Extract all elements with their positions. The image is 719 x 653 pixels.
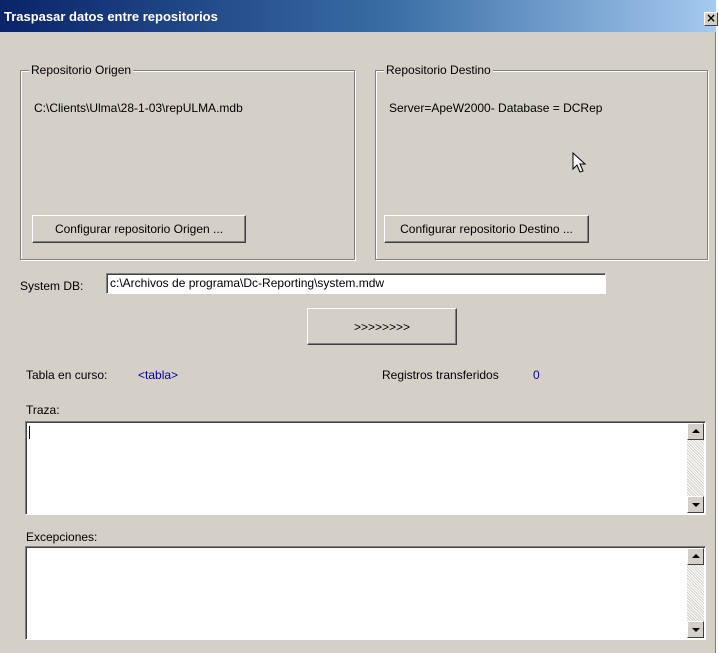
destino-path: Server=ApeW2000- Database = DCRep (389, 101, 603, 115)
registros-transferidos-value: 0 (533, 368, 540, 382)
window-title: Traspasar datos entre repositorios (4, 9, 218, 24)
group-title-origen: Repositorio Origen (29, 63, 134, 77)
configurar-destino-button[interactable]: Configurar repositorio Destino ... (384, 215, 589, 243)
system-db-input[interactable]: c:\Archivos de programa\Dc-Reporting\sys… (106, 273, 606, 294)
scroll-down-arrow-icon[interactable] (687, 496, 704, 513)
title-bar[interactable]: Traspasar datos entre repositorios (0, 0, 716, 32)
traza-label: Traza: (26, 403, 60, 417)
group-title-destino: Repositorio Destino (384, 63, 493, 77)
group-repositorio-destino: Repositorio Destino Server=ApeW2000- Dat… (375, 63, 708, 260)
tabla-en-curso-value: <tabla> (138, 368, 179, 382)
text-caret (29, 426, 30, 439)
mouse-pointer-icon (572, 152, 587, 173)
scroll-up-arrow-icon[interactable] (687, 548, 704, 565)
tabla-en-curso-label: Tabla en curso: (26, 368, 108, 382)
system-db-label: System DB: (20, 279, 84, 293)
scroll-down-arrow-icon[interactable] (687, 621, 704, 638)
transfer-button[interactable]: >>>>>>>> (307, 308, 457, 345)
excepciones-textarea[interactable] (25, 546, 706, 640)
configurar-origen-button[interactable]: Configurar repositorio Origen ... (32, 215, 246, 243)
group-repositorio-origen: Repositorio Origen C:\Clients\Ulma\28-1-… (20, 63, 355, 260)
excepciones-label: Excepciones: (26, 530, 98, 544)
excepciones-scrollbar[interactable] (687, 548, 704, 638)
dialog-window: Traspasar datos entre repositorios × Rep… (0, 0, 718, 653)
registros-transferidos-label: Registros transferidos (382, 368, 499, 382)
traza-textarea[interactable] (25, 421, 706, 515)
close-icon[interactable]: × (704, 12, 718, 26)
origen-path: C:\Clients\Ulma\28-1-03\repULMA.mdb (34, 101, 243, 115)
traza-scrollbar[interactable] (687, 423, 704, 513)
scroll-up-arrow-icon[interactable] (687, 423, 704, 440)
